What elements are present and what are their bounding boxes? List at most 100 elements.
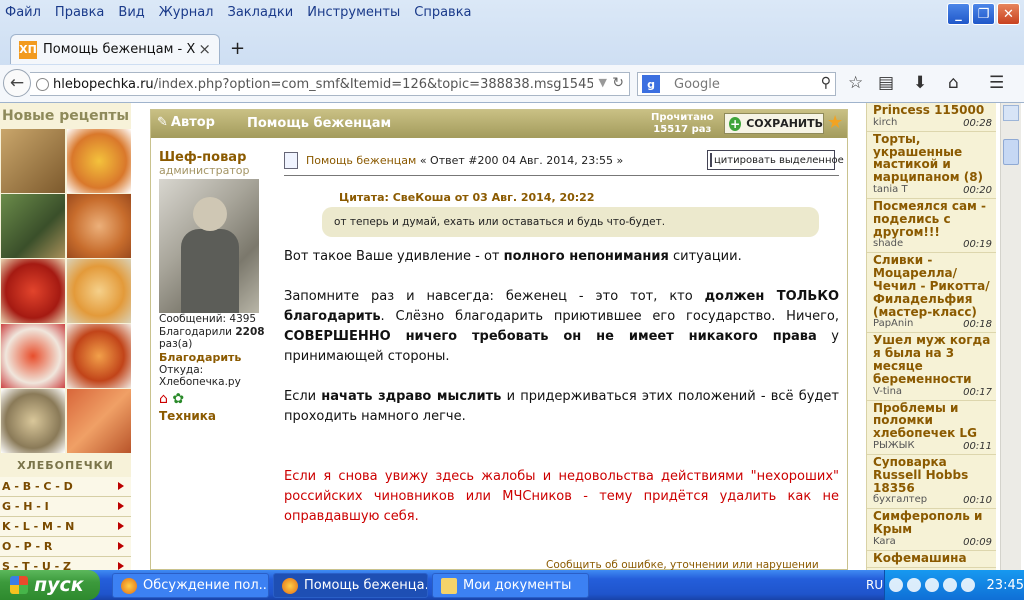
alphabet-item[interactable]: O - P - R (0, 537, 131, 557)
menu-bar: Файл Правка Вид Журнал Закладки Инструме… (0, 2, 480, 24)
alphabet-item[interactable]: G - H - I (0, 497, 131, 517)
recent-topic-item[interactable]: Кофемашина (867, 551, 996, 568)
recent-topic-item[interactable]: Проблемы и поломки хлебопечек LG РЫЖЫК 00:… (867, 401, 996, 455)
menu-history[interactable]: Журнал (153, 2, 222, 24)
recent-topic-item[interactable]: Симферополь и Крым Kara 00:09 (867, 509, 996, 551)
topic-title: Помощь беженцам (247, 116, 392, 131)
globe-icon (36, 77, 49, 91)
left-sidebar: Новые рецепты ХЛЕБОПЕЧКИ A - B - C - D G… (0, 103, 131, 570)
menu-tools[interactable]: Инструменты (301, 2, 408, 24)
post-meta: Помощь беженцам « Ответ #200 04 Авг. 201… (284, 150, 844, 176)
volume-icon[interactable] (924, 578, 939, 592)
recipe-thumbnail[interactable] (1, 194, 65, 258)
recipe-thumbnail[interactable] (1, 389, 65, 453)
pencil-icon: ✎ (157, 115, 168, 130)
menu-help[interactable]: Справка (408, 2, 479, 24)
bookmarks-list-icon[interactable]: ▤ (878, 73, 894, 93)
recent-topic-item[interactable]: Сливки - Моцарелла/Чечил - Рикотта/ Фила… (867, 253, 996, 334)
windows-logo-icon (10, 576, 28, 594)
network-icon[interactable] (906, 578, 921, 592)
navigation-bar: hlebopechka.ru/index.php?option=com_smf&… (0, 65, 1024, 102)
recipe-thumbnail[interactable] (1, 324, 65, 388)
firefox-icon (121, 577, 137, 594)
alphabet-item[interactable]: K - L - M - N (0, 517, 131, 537)
search-icon[interactable]: ⚲ (821, 75, 831, 91)
download-icon[interactable]: ⬇ (913, 73, 927, 93)
firefox-icon (282, 577, 298, 594)
post-icon (284, 152, 298, 169)
menu-hamburger-icon[interactable]: ☰ (989, 73, 1004, 93)
tech-link[interactable]: Техника (159, 409, 277, 423)
recent-topic-item[interactable]: Princess 115000 kirch 00:28 (867, 103, 996, 132)
recent-topic-item[interactable]: Посмеялся сам - поделись с другом!!! shad… (867, 199, 996, 254)
recipe-thumbnail[interactable] (67, 389, 131, 453)
recipe-thumbnails (1, 129, 131, 454)
report-link[interactable]: Сообщить об ошибке, уточнении или наруше… (546, 559, 819, 570)
start-button[interactable]: пуск (0, 570, 100, 600)
recent-topic-item[interactable]: Торты, украшенные мастикой и марципаном … (867, 132, 996, 199)
maximize-button[interactable]: ❐ (972, 3, 995, 25)
topic-link[interactable]: Помощь беженцам (306, 154, 416, 167)
recent-topic-item[interactable]: Суповарка Russell Hobbs 18356 бухгалтер 00… (867, 455, 996, 510)
url-text: hlebopechka.ru/index.php?option=com_smf&… (53, 76, 593, 92)
moderator-warning: Если я снова увижу здесь жалобы и недово… (284, 469, 839, 524)
bookmark-star-icon[interactable]: ☆ (848, 73, 863, 93)
menu-file[interactable]: Файл (0, 2, 49, 24)
author-role: администратор (159, 164, 250, 177)
thank-link[interactable]: Благодарить (159, 351, 277, 364)
author-column-label: ✎ Автор (157, 115, 215, 130)
alphabet-item[interactable]: A - B - C - D (0, 477, 131, 497)
back-button[interactable]: ← (3, 69, 31, 97)
browser-chrome: Файл Правка Вид Журнал Закладки Инструме… (0, 0, 1024, 103)
tab-bar: ХП Помощь беженцам - Х... × + (0, 32, 1024, 64)
home-icon[interactable]: ⌂ (948, 73, 959, 93)
post-header-bar: ✎ Автор Помощь беженцам Прочитано 15517 ра… (151, 110, 847, 138)
antivirus-icon[interactable] (960, 578, 975, 592)
recipe-thumbnail[interactable] (67, 194, 131, 258)
quote-selected-button[interactable]: цитировать выделенное (707, 150, 844, 170)
minimize-button[interactable]: _ (947, 3, 970, 25)
taskbar-item-firefox-2[interactable]: Помощь беженца... (273, 573, 428, 598)
author-icons: ⌂ ✿ (159, 391, 277, 407)
favorite-star-icon[interactable]: ★ (827, 112, 843, 133)
clock: 23:45 (986, 577, 1024, 593)
author-location-label: Откуда: (159, 363, 204, 376)
close-window-button[interactable]: ✕ (997, 3, 1020, 25)
recipe-thumbnail[interactable] (67, 259, 131, 323)
quote-header[interactable]: Цитата: СвеКоша от 03 Авг. 2014, 20:22 (339, 191, 839, 204)
recipe-thumbnail[interactable] (1, 129, 65, 193)
menu-bookmarks[interactable]: Закладки (222, 2, 302, 24)
taskbar-item-my-documents[interactable]: Мои документы (432, 573, 589, 598)
scroll-up-button[interactable] (1003, 105, 1019, 121)
recipe-thumbnail[interactable] (1, 259, 65, 323)
recipe-thumbnail[interactable] (67, 324, 131, 388)
skype-icon[interactable] (942, 578, 957, 592)
language-indicator[interactable]: RU (866, 578, 883, 592)
tab-close-icon[interactable]: × (198, 40, 211, 58)
recipe-thumbnail[interactable] (67, 129, 131, 193)
reload-icon[interactable]: ↻ (612, 75, 624, 91)
home-icon[interactable]: ⌂ (159, 391, 168, 407)
tab-active[interactable]: ХП Помощь беженцам - Х... × (10, 34, 220, 64)
taskbar-item-firefox-1[interactable]: Обсуждение пол... (112, 573, 269, 598)
recent-topic-item[interactable]: Ушел муж когда я была на 3 месяце береме… (867, 333, 996, 401)
save-button[interactable]: + СОХРАНИТЬ (724, 113, 824, 134)
system-tray: 23:45 (884, 570, 1024, 600)
page-scrollbar[interactable] (1000, 103, 1021, 570)
address-bar[interactable]: hlebopechka.ru/index.php?option=com_smf&… (30, 72, 630, 96)
brand-alphabet-list: A - B - C - D G - H - I K - L - M - N O … (0, 477, 131, 570)
url-dropdown-icon[interactable]: ▼ (599, 76, 607, 89)
alphabet-item[interactable]: S - T - U - Z (0, 557, 131, 570)
search-bar[interactable]: g Google ⚲ (637, 72, 836, 96)
menu-view[interactable]: Вид (112, 2, 152, 24)
scroll-thumb[interactable] (1003, 139, 1019, 165)
google-icon[interactable]: g (642, 75, 660, 93)
new-tab-icon[interactable]: + (230, 38, 245, 59)
author-name[interactable]: Шеф-повар (159, 150, 277, 165)
new-recipes-heading: Новые рецепты (1, 108, 130, 124)
menu-edit[interactable]: Правка (49, 2, 112, 24)
tray-expand-icon[interactable] (889, 578, 903, 592)
back-arrow-icon: ← (9, 73, 25, 93)
post-body: Помощь беженцам « Ответ #200 04 Авг. 201… (284, 150, 844, 570)
icq-icon[interactable]: ✿ (172, 391, 184, 407)
